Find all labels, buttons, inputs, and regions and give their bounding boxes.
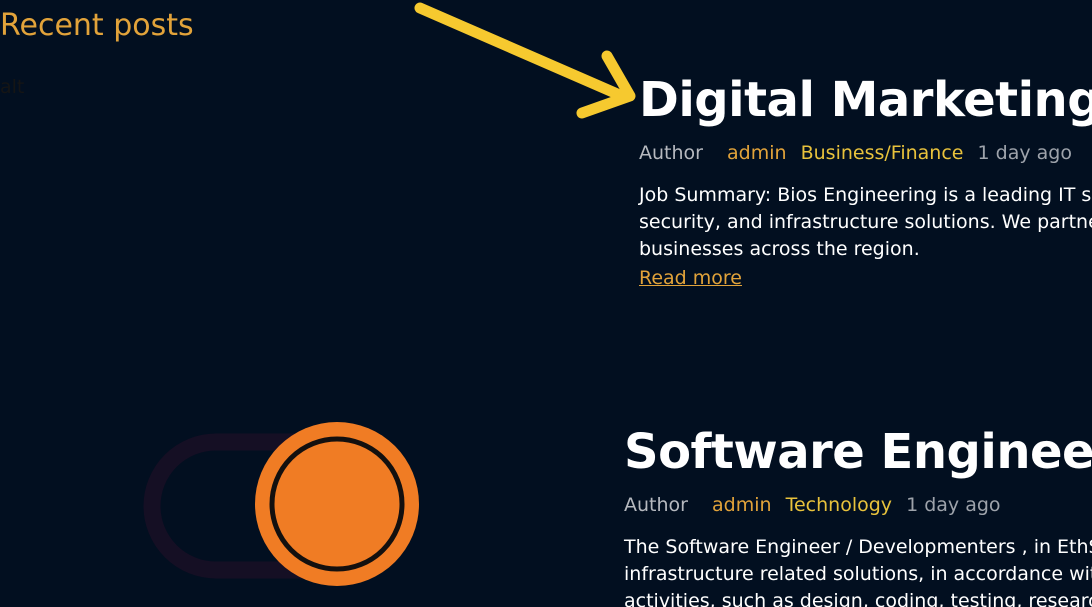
excerpt-line: security, and infrastructure solutions. … [639, 211, 1092, 233]
post-title: Digital Marketing [639, 70, 1092, 130]
excerpt-line: activities, such as design, coding, test… [624, 590, 1092, 607]
post-excerpt: The Software Engineer / Developmenters ,… [624, 534, 1092, 607]
read-more-link[interactable]: Read more [639, 267, 742, 289]
post-card: Software Engineer Author admin Technolog… [624, 422, 1092, 607]
category-link[interactable]: Business/Finance [801, 142, 964, 164]
recent-posts-page: Recent posts alt Digital Marketing Autho… [0, 0, 1092, 607]
section-title: Recent posts [0, 8, 194, 43]
excerpt-line: businesses across the region. [639, 238, 920, 260]
category-link[interactable]: Technology [786, 494, 892, 516]
post-title-link[interactable]: Digital Marketing [639, 72, 1092, 128]
author-label: Author [624, 494, 688, 516]
arrow-icon [414, 2, 636, 119]
excerpt-line: Job Summary: Bios Engineering is a leadi… [639, 184, 1092, 206]
post-date: 1 day ago [977, 142, 1072, 164]
post-meta: Author admin Business/Finance 1 day ago [639, 140, 1092, 166]
author-link[interactable]: admin [712, 494, 772, 516]
author-link[interactable]: admin [727, 142, 787, 164]
broken-image-alt-text: alt [0, 76, 25, 98]
post-meta: Author admin Technology 1 day ago [624, 492, 1092, 518]
post-date: 1 day ago [906, 494, 1001, 516]
excerpt-line: The Software Engineer / Developmenters ,… [624, 536, 1092, 558]
excerpt-line: infrastructure related solutions, in acc… [624, 563, 1092, 585]
post-excerpt: Job Summary: Bios Engineering is a leadi… [639, 182, 1092, 263]
author-label: Author [639, 142, 703, 164]
toggle-switch-icon [143, 422, 419, 586]
post-title: Software Engineer [624, 422, 1092, 482]
post-card: Digital Marketing Author admin Business/… [639, 70, 1092, 289]
post-title-link[interactable]: Software Engineer [624, 424, 1092, 480]
